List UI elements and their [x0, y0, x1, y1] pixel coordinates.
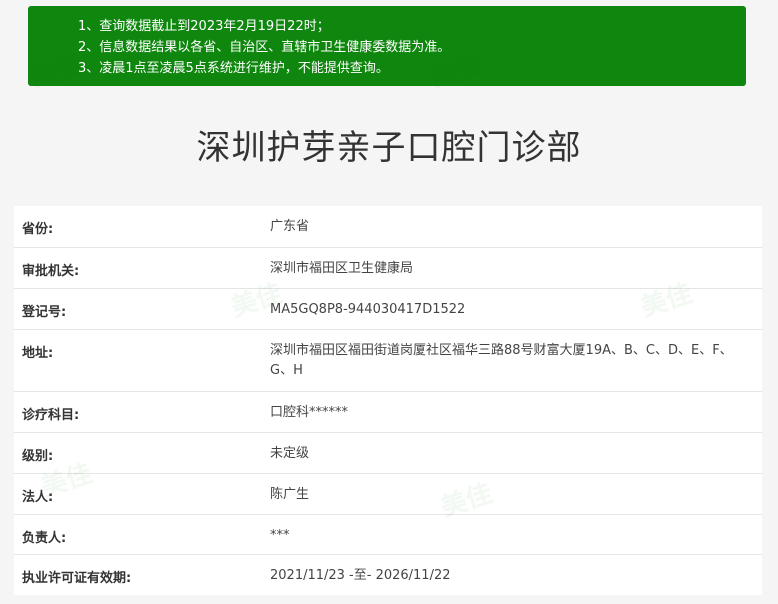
info-label: 级别: [14, 431, 262, 473]
info-row-address: 地址: 深圳市福田区福田街道岗厦社区福华三路88号财富大厦19A、B、C、D、E… [14, 328, 762, 391]
page-title: 深圳护芽亲子口腔门诊部 [196, 128, 582, 168]
info-row-person-in-charge: 负责人: *** [14, 513, 762, 554]
notice-banner: 1、查询数据截止到2023年2月19日22时； 2、信息数据结果以各省、自治区、… [28, 6, 746, 86]
notice-line-1: 1、查询数据截止到2023年2月19日22时； [78, 19, 330, 34]
info-row-province: 省份: 广东省 [14, 206, 762, 247]
info-value: 深圳市福田区福田街道岗厦社区福华三路88号财富大厦19A、B、C、D、E、F、G… [262, 328, 762, 391]
info-label: 审批机关: [14, 246, 262, 288]
notice-line-2: 2、信息数据结果以各省、自治区、直辖市卫生健康委数据为准。 [78, 40, 451, 55]
info-value: 广东省 [270, 219, 310, 234]
info-label: 负责人: [14, 513, 262, 554]
info-label: 诊疗科目: [14, 390, 262, 432]
info-row-departments: 诊疗科目: 口腔科****** [14, 390, 762, 432]
info-value: 陈广生 [262, 472, 762, 514]
info-label: 省份: [22, 222, 54, 237]
notice-line-3: 3、凌晨1点至凌晨5点系统进行维护，不能提供查询。 [78, 61, 389, 76]
info-value: 深圳市福田区卫生健康局 [262, 246, 762, 288]
info-value: MA5GQ8P8-944030417D1522 [262, 287, 762, 329]
info-row-approval-authority: 审批机关: 深圳市福田区卫生健康局 [14, 246, 762, 288]
info-row-legal-person: 法人: 陈广生 [14, 472, 762, 514]
info-label: 法人: [14, 472, 262, 514]
info-row-level: 级别: 未定级 [14, 431, 762, 473]
info-row-license-validity: 执业许可证有效期: 2021/11/23 -至- 2026/11/22 [14, 553, 762, 595]
info-label: 执业许可证有效期: [14, 553, 262, 595]
info-row-registration-number: 登记号: MA5GQ8P8-944030417D1522 [14, 287, 762, 329]
clinic-info-table: 省份: 广东省 审批机关: 深圳市福田区卫生健康局 登记号: MA5GQ8P8-… [14, 206, 762, 595]
info-value: 2021/11/23 -至- 2026/11/22 [262, 553, 762, 595]
info-label: 登记号: [14, 287, 262, 329]
info-value: 未定级 [262, 431, 762, 473]
info-value: 口腔科****** [262, 390, 762, 432]
info-value: *** [262, 513, 762, 554]
info-label: 地址: [14, 328, 262, 391]
